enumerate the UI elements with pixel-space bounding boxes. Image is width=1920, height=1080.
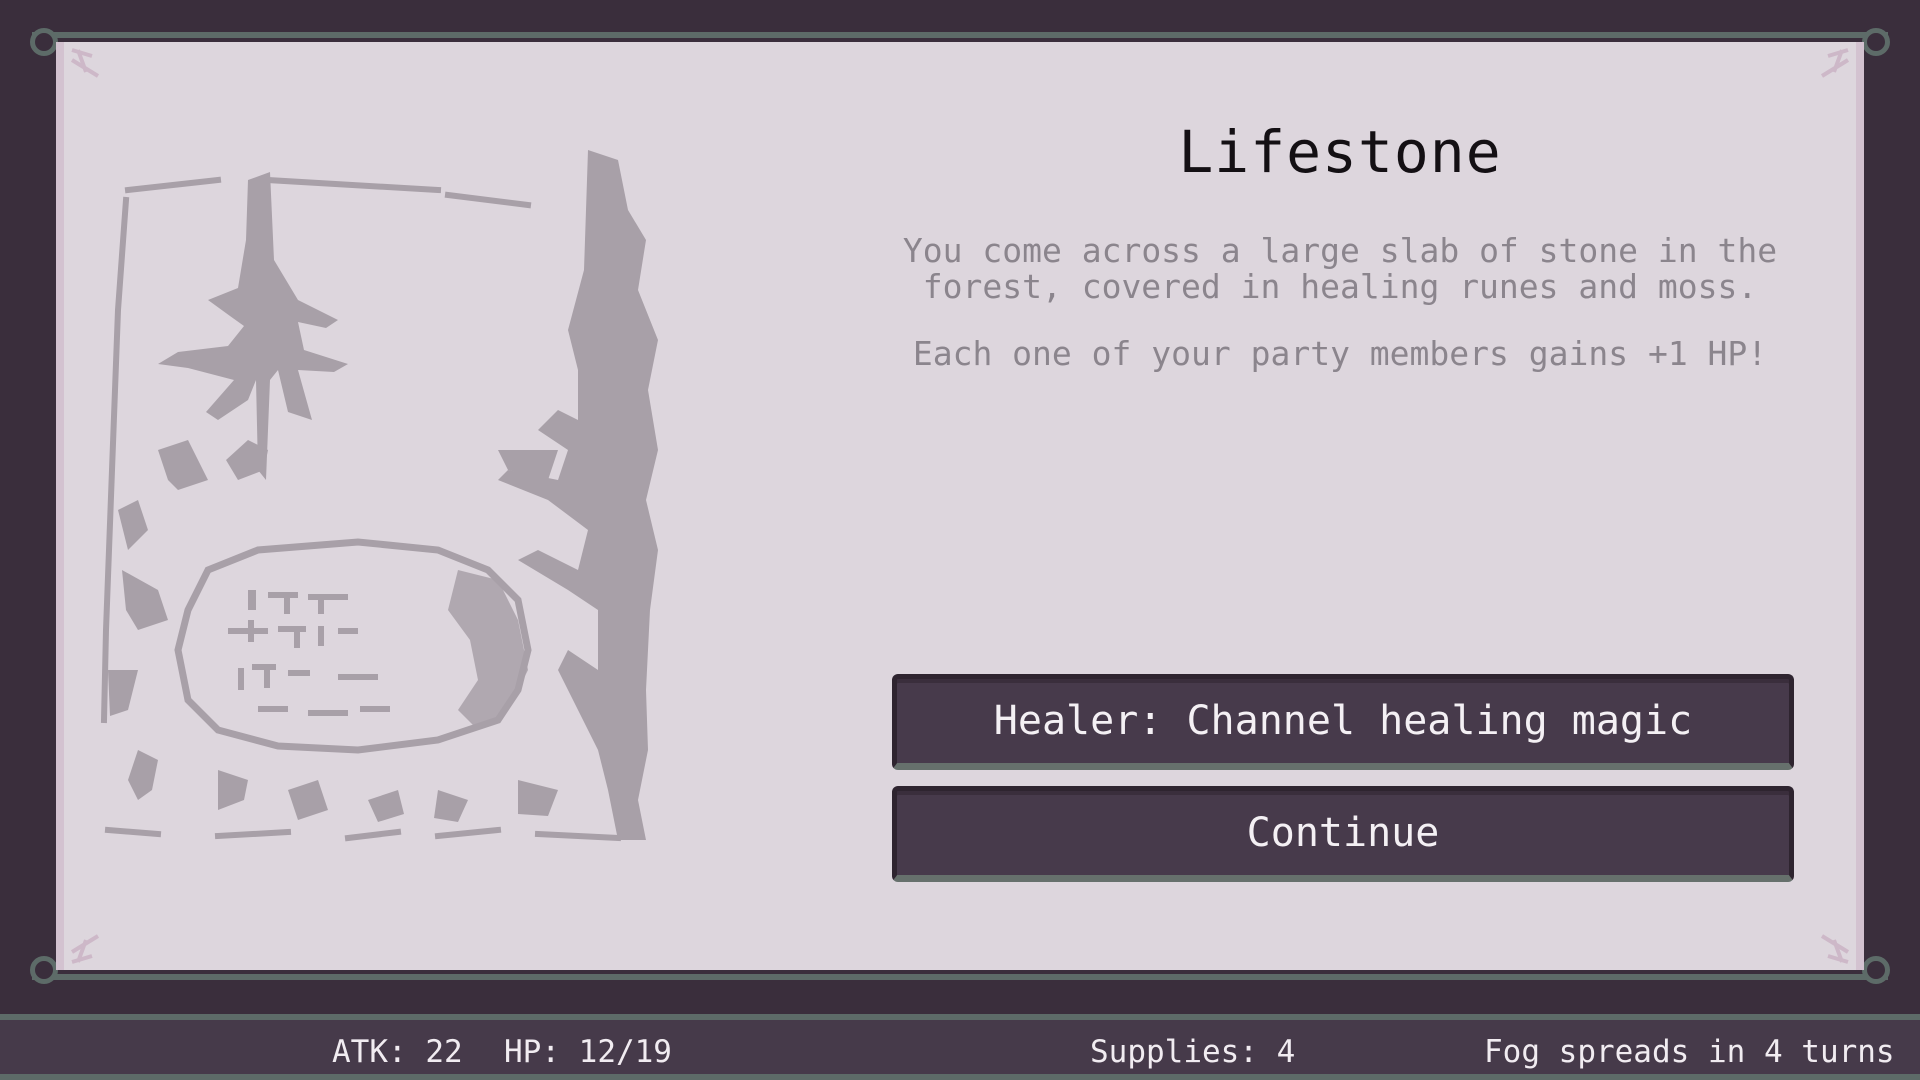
frame-corner-ornament — [1862, 28, 1890, 56]
choice-label: Continue — [1246, 810, 1440, 856]
corner-flourish-icon — [70, 48, 100, 78]
healer-channel-button[interactable]: Healer: Channel healing magic — [892, 674, 1794, 770]
frame-corner-ornament — [30, 956, 58, 984]
status-bar: ATK: 22 HP: 12/19 Supplies: 4 Fog spread… — [0, 1014, 1920, 1080]
corner-flourish-icon — [70, 934, 100, 964]
choice-label: Healer: Channel healing magic — [993, 698, 1693, 744]
corner-flourish-icon — [1820, 48, 1850, 78]
event-effect-text: Each one of your party members gains +1 … — [912, 334, 1768, 373]
frame-corner-ornament — [1862, 956, 1890, 984]
game-screen: Lifestone You come across a large slab o… — [0, 0, 1920, 1080]
fog-timer: Fog spreads in 4 turns — [1484, 1034, 1895, 1070]
hp-stat: HP: 12/19 — [504, 1034, 672, 1070]
corner-flourish-icon — [1820, 934, 1850, 964]
supplies-stat: Supplies: 4 — [1090, 1034, 1296, 1070]
continue-button[interactable]: Continue — [892, 786, 1794, 882]
event-title: Lifestone — [1178, 118, 1502, 186]
attack-stat: ATK: 22 — [332, 1034, 463, 1070]
event-description: You come across a large slab of stone in… — [902, 231, 1778, 306]
frame-corner-ornament — [30, 28, 58, 56]
forest-lifestone-illustration — [100, 150, 658, 842]
